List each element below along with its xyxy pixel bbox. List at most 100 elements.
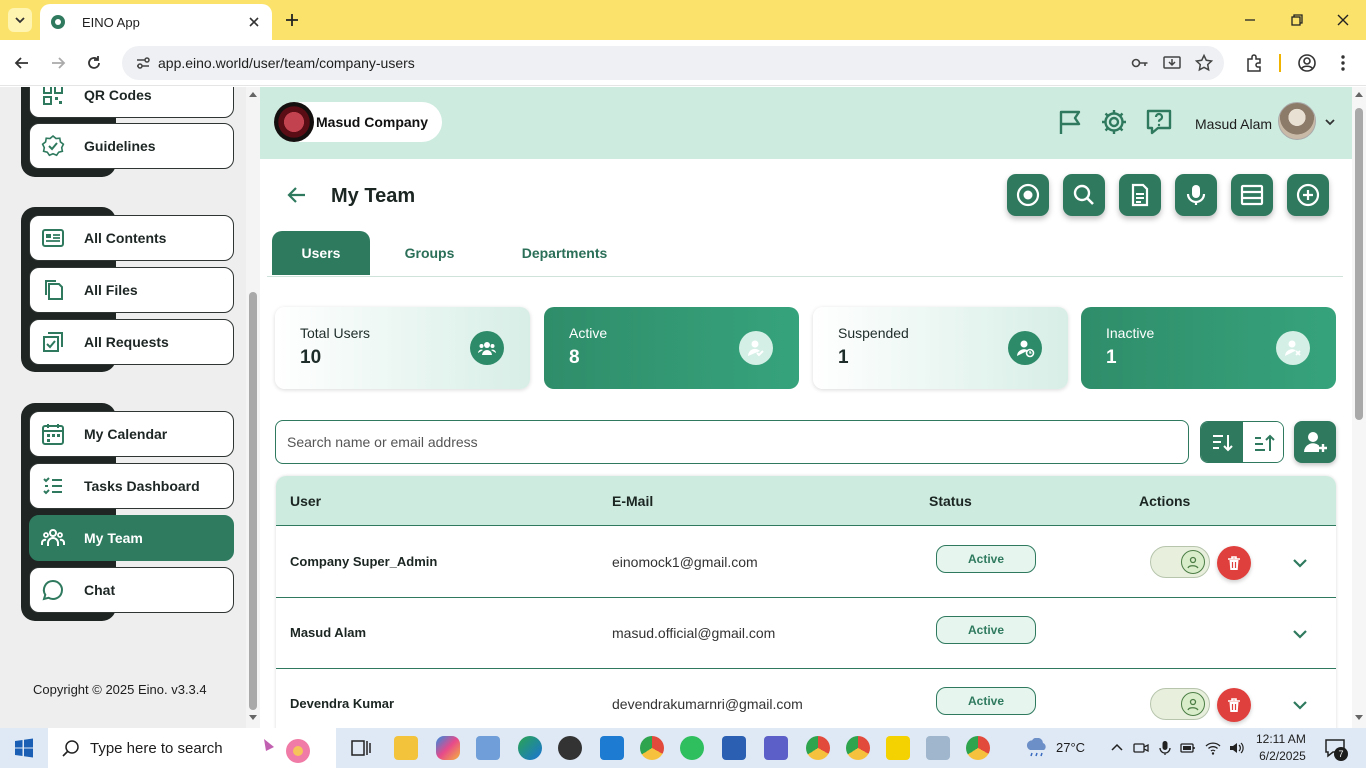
add-button[interactable] [1287,174,1329,216]
sort-ascending-button[interactable] [1243,422,1283,462]
add-user-button[interactable] [1294,421,1336,463]
expand-row-chevron-icon[interactable] [1290,624,1310,644]
minimize-icon[interactable] [1240,10,1260,30]
settings-gear-icon[interactable] [1100,108,1128,136]
store-icon[interactable] [476,736,500,760]
scroll-up-arrow-icon[interactable] [248,90,258,98]
document-button[interactable] [1119,174,1161,216]
back-arrow-icon[interactable] [12,53,32,73]
table-row[interactable]: Masud Alam masud.official@gmail.com Acti… [276,598,1336,669]
browser-menu-icon[interactable] [1333,53,1353,73]
list-button[interactable] [1231,174,1273,216]
forward-arrow-icon[interactable] [48,53,68,73]
windows-start-icon[interactable] [14,738,34,758]
new-tab-icon[interactable] [282,10,302,30]
sidebar-item-chat[interactable]: Chat [29,567,234,613]
sidebar-item-all-files[interactable]: All Files [29,267,234,313]
restore-icon[interactable] [1287,10,1307,30]
obs-icon[interactable] [558,736,582,760]
extensions-icon[interactable] [1244,53,1264,73]
taskbar-search-box[interactable]: Type here to search [48,728,336,768]
search-input[interactable] [275,420,1189,464]
main-scrollbar-thumb[interactable] [1355,108,1363,420]
site-settings-icon[interactable] [134,54,152,72]
volume-icon[interactable] [1228,740,1244,756]
sidebar-item-label: Chat [84,582,116,598]
taskbar-clock[interactable]: 12:11 AM 6/2/2025 [1256,731,1306,765]
expand-row-chevron-icon[interactable] [1290,695,1310,715]
company-switcher[interactable]: Masud Company [274,102,443,142]
chrome-active-icon[interactable] [966,736,990,760]
chevron-up-icon[interactable] [1109,740,1125,756]
url-bar[interactable]: app.eino.world/user/team/company-users [122,46,1224,80]
bookmark-star-icon[interactable] [1194,53,1214,73]
flag-icon[interactable] [1056,108,1084,136]
file-explorer-icon[interactable] [394,736,418,760]
help-question-icon[interactable] [1145,108,1173,136]
stat-card-active[interactable]: Active 8 [544,307,799,389]
sidebar-item-qr-codes[interactable]: QR Codes [29,87,234,118]
user-status-toggle[interactable] [1150,546,1210,578]
close-tab-icon[interactable] [246,14,262,30]
column-header-user[interactable]: User [290,493,321,509]
install-app-icon[interactable] [1162,53,1182,73]
sidebar-item-all-requests[interactable]: All Requests [29,319,234,365]
sidebar-scrollbar-thumb[interactable] [249,292,257,710]
stat-card-total-users[interactable]: Total Users 10 [275,307,530,389]
chrome-icon[interactable] [640,736,664,760]
scroll-down-arrow-icon[interactable] [1354,714,1364,722]
chrome-profile-icon[interactable] [846,736,870,760]
user-name[interactable]: Masud Alam [1195,116,1272,132]
search-button[interactable] [1063,174,1105,216]
user-status-toggle[interactable] [1150,688,1210,720]
scroll-down-arrow-icon[interactable] [248,714,258,722]
meet-now-icon[interactable] [1133,740,1149,756]
sidebar-item-my-calendar[interactable]: My Calendar [29,411,234,457]
tab-list-button[interactable] [8,8,32,32]
sort-descending-button[interactable] [1201,422,1243,462]
column-header-status[interactable]: Status [929,493,972,509]
chrome-profile-icon[interactable] [806,736,830,760]
back-arrow-icon[interactable] [286,184,308,206]
tab-users[interactable]: Users [272,231,370,275]
stat-card-inactive[interactable]: Inactive 1 [1081,307,1336,389]
microphone-icon[interactable] [1157,740,1173,756]
sidebar-item-all-contents[interactable]: All Contents [29,215,234,261]
microphone-button[interactable] [1175,174,1217,216]
tab-departments[interactable]: Departments [507,231,622,275]
sidebar-item-guidelines[interactable]: Guidelines [29,123,234,169]
weather-temperature[interactable]: 27°C [1056,740,1085,755]
weather-rain-icon[interactable] [1024,738,1050,758]
delete-user-button[interactable] [1217,546,1251,580]
user-avatar[interactable] [1278,102,1316,140]
stat-card-suspended[interactable]: Suspended 1 [813,307,1068,389]
tab-groups[interactable]: Groups [382,231,477,275]
edge-browser-icon[interactable] [518,736,542,760]
password-key-icon[interactable] [1130,53,1150,73]
teams-icon[interactable] [764,736,788,760]
task-view-icon[interactable] [349,736,373,760]
word-icon[interactable] [722,736,746,760]
flower-decoration-icon [264,739,310,763]
target-button[interactable] [1007,174,1049,216]
whatsapp-icon[interactable] [680,736,704,760]
table-row[interactable]: Devendra Kumar devendrakumarnri@gmail.co… [276,669,1336,728]
battery-icon[interactable] [1180,740,1196,756]
vscode-icon[interactable] [600,736,624,760]
wifi-icon[interactable] [1205,740,1221,756]
delete-user-button[interactable] [1217,688,1251,722]
column-header-email[interactable]: E-Mail [612,493,653,509]
close-window-icon[interactable] [1333,10,1353,30]
chevron-down-icon[interactable] [1324,116,1336,128]
sidebar-item-my-team[interactable]: My Team [29,515,234,561]
power-bi-icon[interactable] [886,736,910,760]
paint-icon[interactable] [926,736,950,760]
browser-tab[interactable]: EINO App [40,4,272,40]
expand-row-chevron-icon[interactable] [1290,553,1310,573]
scroll-up-arrow-icon[interactable] [1354,90,1364,98]
copilot-icon[interactable] [436,736,460,760]
table-row[interactable]: Company Super_Admin einomock1@gmail.com … [276,527,1336,598]
reload-icon[interactable] [84,53,104,73]
profile-icon[interactable] [1297,53,1317,73]
sidebar-item-tasks-dashboard[interactable]: Tasks Dashboard [29,463,234,509]
